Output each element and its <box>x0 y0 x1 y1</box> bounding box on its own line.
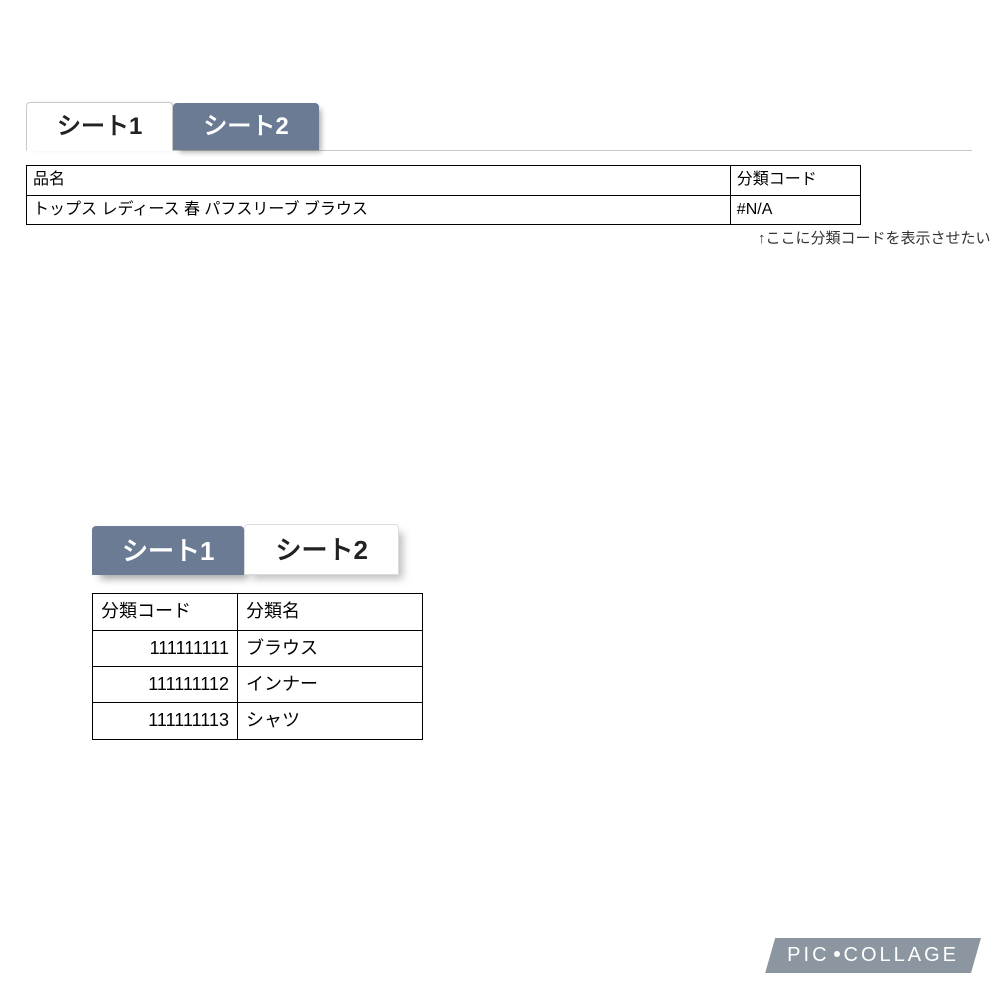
cell-name[interactable]: シャツ <box>238 703 423 739</box>
tab-sheet2[interactable]: シート2 <box>173 103 318 150</box>
top-panel: シート1 シート2 品名 分類コード トップス レディース 春 パフスリーブ ブ… <box>26 102 972 248</box>
tab-sheet1[interactable]: シート1 <box>92 526 244 575</box>
annotation-note: ↑ここに分類コードを表示させたい <box>758 227 972 248</box>
cell-category-code[interactable]: #N/A <box>730 195 860 225</box>
table-row: 111111113 シャツ <box>93 703 423 739</box>
table-row: 111111111 ブラウス <box>93 630 423 666</box>
cell-code[interactable]: 111111112 <box>93 666 238 702</box>
top-tab-row: シート1 シート2 <box>26 102 972 151</box>
watermark-text-left: PIC <box>787 944 829 966</box>
top-table: 品名 分類コード トップス レディース 春 パフスリーブ ブラウス #N/A <box>26 165 861 226</box>
cell-product-name[interactable]: トップス レディース 春 パフスリーブ ブラウス <box>27 195 731 225</box>
header-product-name: 品名 <box>27 165 731 195</box>
table-row: トップス レディース 春 パフスリーブ ブラウス #N/A <box>27 195 861 225</box>
header-category-name: 分類名 <box>238 594 423 630</box>
bottom-tab-row: シート1 シート2 <box>92 524 512 575</box>
table-row: 111111112 インナー <box>93 666 423 702</box>
tab-sheet1[interactable]: シート1 <box>26 102 173 151</box>
tab-sheet2[interactable]: シート2 <box>244 524 398 575</box>
cell-name[interactable]: ブラウス <box>238 630 423 666</box>
header-category-code: 分類コード <box>730 165 860 195</box>
watermark-pic-collage: PIC COLLAGE <box>765 938 981 973</box>
table-header-row: 品名 分類コード <box>27 165 861 195</box>
cell-code[interactable]: 111111111 <box>93 630 238 666</box>
bottom-panel: シート1 シート2 分類コード 分類名 111111111 ブラウス 11111… <box>92 524 512 740</box>
header-category-code: 分類コード <box>93 594 238 630</box>
table-header-row: 分類コード 分類名 <box>93 594 423 630</box>
watermark-text-right: COLLAGE <box>844 944 959 966</box>
bottom-table: 分類コード 分類名 111111111 ブラウス 111111112 インナー … <box>92 593 423 740</box>
cell-code[interactable]: 111111113 <box>93 703 238 739</box>
dot-icon <box>834 951 840 957</box>
cell-name[interactable]: インナー <box>238 666 423 702</box>
